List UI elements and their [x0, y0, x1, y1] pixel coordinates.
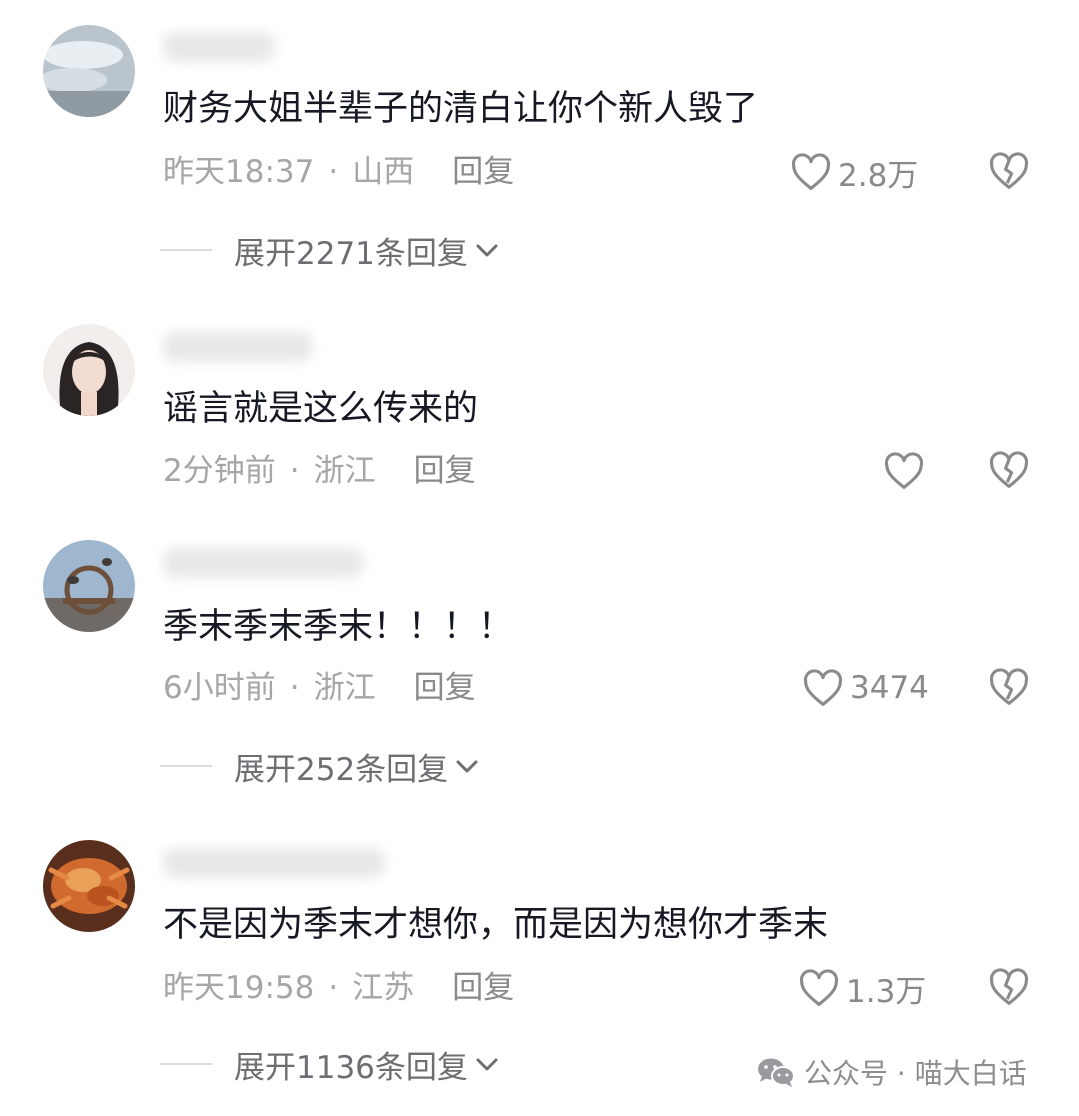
- expand-replies-button[interactable]: 展开252条回复: [160, 746, 480, 788]
- avatar[interactable]: [43, 324, 135, 416]
- chevron-down-icon: [456, 760, 478, 773]
- comment-time: 昨天19:58: [163, 970, 315, 1006]
- dislike-button[interactable]: [988, 968, 1030, 1008]
- reply-button[interactable]: 回复: [414, 453, 476, 489]
- heart-icon: [803, 669, 843, 706]
- separator-dot: ·: [289, 670, 300, 706]
- divider-line: [160, 765, 212, 767]
- heart-icon: [884, 452, 924, 489]
- comment-time: 2分钟前: [163, 453, 276, 489]
- username-blurred[interactable]: [163, 848, 385, 878]
- comment-location: 江苏: [352, 970, 415, 1006]
- watermark: 公众号 · 喵大白话: [756, 1052, 1027, 1092]
- like-button[interactable]: 1.3万: [798, 968, 927, 1010]
- expand-replies-button[interactable]: 展开1136条回复: [160, 1044, 500, 1086]
- comment-content: 季末季末季末！！！！: [163, 607, 514, 647]
- username-blurred[interactable]: [163, 332, 313, 362]
- wechat-icon: [758, 1058, 795, 1087]
- avatar[interactable]: [43, 840, 135, 932]
- comment-content: 谣言就是这么传来的: [163, 389, 479, 429]
- heart-icon: [799, 969, 839, 1006]
- avatar[interactable]: [43, 540, 135, 632]
- comment-location: 浙江: [313, 453, 376, 489]
- reply-button[interactable]: 回复: [414, 670, 476, 706]
- expand-replies-label: 展开252条回复: [234, 751, 449, 788]
- separator-dot: ·: [289, 453, 300, 489]
- watermark-text: 公众号 · 喵大白话: [804, 1057, 1027, 1090]
- username-blurred[interactable]: [163, 548, 363, 578]
- comment-item: 不是因为季末才想你，而是因为想你才季末 昨天19:58 · 江苏 回复 1.3万 展开…: [0, 0, 1079, 1086]
- broken-heart-icon: [989, 968, 1029, 1005]
- comment-location: 浙江: [313, 670, 376, 706]
- broken-heart-icon: [989, 451, 1029, 488]
- like-button[interactable]: [883, 451, 931, 491]
- like-count: 3474: [850, 670, 929, 706]
- comment-list: 财务大姐半辈子的清白让你个新人毁了 昨天18:37 · 山西 回复 2.8万 展开22…: [0, 0, 1079, 1116]
- expand-replies-label: 展开1136条回复: [234, 1049, 468, 1086]
- comment-content: 不是因为季末才想你，而是因为想你才季末: [163, 905, 829, 945]
- separator-dot: ·: [328, 970, 339, 1006]
- like-button[interactable]: 3474: [802, 668, 929, 708]
- broken-heart-icon: [989, 668, 1029, 705]
- divider-line: [160, 1063, 212, 1065]
- dislike-button[interactable]: [988, 451, 1030, 491]
- reply-button[interactable]: 回复: [452, 970, 514, 1006]
- dislike-button[interactable]: [988, 668, 1030, 708]
- comment-meta: 昨天19:58 · 江苏 回复: [163, 968, 514, 1008]
- chevron-down-icon: [476, 1058, 498, 1071]
- comment-meta: 6小时前 · 浙江 回复: [163, 668, 476, 708]
- comment-meta: 2分钟前 · 浙江 回复: [163, 451, 476, 491]
- comment-time: 6小时前: [163, 670, 276, 706]
- like-count: 1.3万: [846, 973, 927, 1010]
